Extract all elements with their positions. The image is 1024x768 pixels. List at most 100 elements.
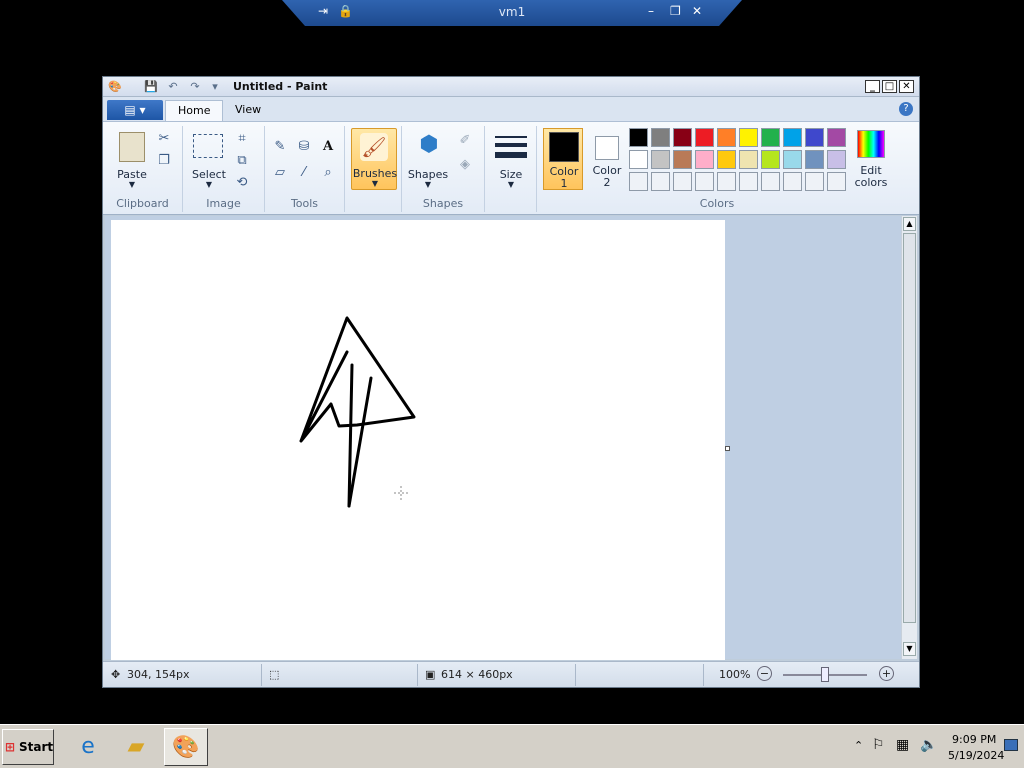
scroll-thumb[interactable] [903,233,916,623]
scroll-down-icon[interactable]: ▼ [903,642,916,656]
text-tool-icon[interactable]: A [319,138,337,156]
paint-taskbar-button[interactable]: 🎨 [164,728,208,766]
action-center-flag-icon[interactable]: ⚐ [872,737,885,753]
pencil-icon[interactable]: ✎ [271,138,289,156]
color-swatch[interactable] [717,128,736,147]
paste-button[interactable]: Paste ▼ [117,128,147,189]
color-swatch[interactable] [673,128,692,147]
color-swatch[interactable] [783,150,802,169]
customize-toolbar-icon[interactable]: ▾ [207,79,223,94]
save-icon[interactable]: 💾 [143,79,159,94]
close-remote-button[interactable]: ✕ [692,4,702,18]
color-swatch[interactable] [739,172,758,191]
rainbow-icon [857,130,885,158]
tools-group-label: Tools [290,197,319,210]
color-swatch[interactable] [739,150,758,169]
color-swatch[interactable] [717,172,736,191]
file-explorer-icon[interactable]: ▰ [114,728,158,766]
color-swatch[interactable] [629,150,648,169]
clock-time[interactable]: 9:09 PM [952,733,996,746]
fill-icon[interactable]: ◈ [456,156,474,174]
fill-bucket-icon[interactable]: ⛁ [295,138,313,156]
vertical-scrollbar[interactable]: ▲ ▼ [901,216,917,659]
color-swatch[interactable] [783,172,802,191]
redo-icon[interactable]: ↷ [187,79,203,94]
brushes-button[interactable]: 🖌 Brushes ▼ [351,128,397,190]
outline-icon[interactable]: ✐ [456,132,474,150]
color-swatch[interactable] [805,128,824,147]
restore-remote-button[interactable]: ❐ [670,4,681,18]
ribbon: Paste ▼ ✂ ❐ Clipboard Select ▼ ⌗ ⧉ ⟲ Ima… [103,121,919,215]
tab-view[interactable]: View [223,100,273,121]
color2-button[interactable]: Color 2 [587,128,627,190]
resize-icon[interactable]: ⧉ [233,152,251,170]
zoom-out-icon[interactable]: − [757,666,772,681]
size-button[interactable]: Size ▼ [493,128,529,189]
color1-button[interactable]: Color 1 [543,128,583,190]
color-swatch[interactable] [651,128,670,147]
start-button[interactable]: ⊞ Start [2,729,54,765]
crop-icon[interactable]: ⌗ [233,130,251,148]
tab-home[interactable]: Home [165,100,224,121]
minimize-button[interactable]: _ [865,80,880,93]
color-swatch[interactable] [761,172,780,191]
color-swatch[interactable] [761,128,780,147]
color-swatch[interactable] [827,150,846,169]
minimize-remote-button[interactable]: – [648,4,654,18]
color-swatch[interactable] [739,128,758,147]
color-swatch[interactable] [805,172,824,191]
internet-explorer-icon[interactable]: e [66,728,110,766]
color-swatch[interactable] [695,172,714,191]
color-swatch[interactable] [827,172,846,191]
color-swatch[interactable] [827,128,846,147]
show-desktop-icon[interactable] [1004,739,1018,751]
show-hidden-icons-icon[interactable]: ⌃ [854,739,863,752]
color-swatch[interactable] [805,150,824,169]
maximize-button[interactable]: □ [882,80,897,93]
zoom-slider-thumb[interactable] [821,667,829,682]
volume-icon[interactable]: 🔈 [920,737,937,753]
color-swatch[interactable] [673,150,692,169]
paint-app-icon[interactable]: 🎨 [107,79,123,94]
file-menu-button[interactable]: ▤ ▾ [107,100,163,120]
select-button[interactable]: Select ▼ [191,128,227,189]
chevron-down-icon: ▼ [205,180,213,189]
color-swatch[interactable] [651,172,670,191]
undo-icon[interactable]: ↶ [165,79,181,94]
magnifier-icon[interactable]: ⌕ [319,164,337,182]
status-bar: ✥ 304, 154px ⬚ ▣ 614 × 460px 100% − + [103,661,919,687]
eraser-icon[interactable]: ▱ [271,164,289,182]
color-picker-icon[interactable]: ⁄ [295,164,313,182]
help-icon[interactable]: ? [899,102,913,116]
size-group: Size ▼ [485,126,537,212]
size-line-icon [495,143,527,147]
color-swatch[interactable] [629,172,648,191]
color-swatch[interactable] [695,128,714,147]
start-label: Start [19,740,54,754]
window-title: Untitled - Paint [233,80,328,93]
color-swatch[interactable] [673,172,692,191]
copy-icon[interactable]: ❐ [155,152,173,170]
shapes-button[interactable]: ⬢ Shapes ▼ [408,128,448,189]
edit-colors-button[interactable]: Edit colors [851,128,891,190]
network-icon[interactable]: ▦ [896,737,909,753]
drawn-stroke [299,316,416,443]
color-swatch[interactable] [695,150,714,169]
color-swatch[interactable] [629,128,648,147]
color-swatch[interactable] [651,150,670,169]
rotate-icon[interactable]: ⟲ [233,174,251,192]
divider [417,664,418,686]
zoom-in-icon[interactable]: + [879,666,894,681]
color-swatch[interactable] [783,128,802,147]
color1-number: 1 [560,177,568,190]
chevron-down-icon: ▼ [507,180,515,189]
clock-date[interactable]: 5/19/2024 [948,749,1004,762]
color-swatch[interactable] [717,150,736,169]
brush-icon: 🖌 [360,133,388,161]
close-button[interactable]: ✕ [899,80,914,93]
scroll-up-icon[interactable]: ▲ [903,217,916,231]
drawing-canvas[interactable] [111,220,725,660]
cut-icon[interactable]: ✂ [155,130,173,148]
resize-handle[interactable] [725,446,730,451]
color-swatch[interactable] [761,150,780,169]
